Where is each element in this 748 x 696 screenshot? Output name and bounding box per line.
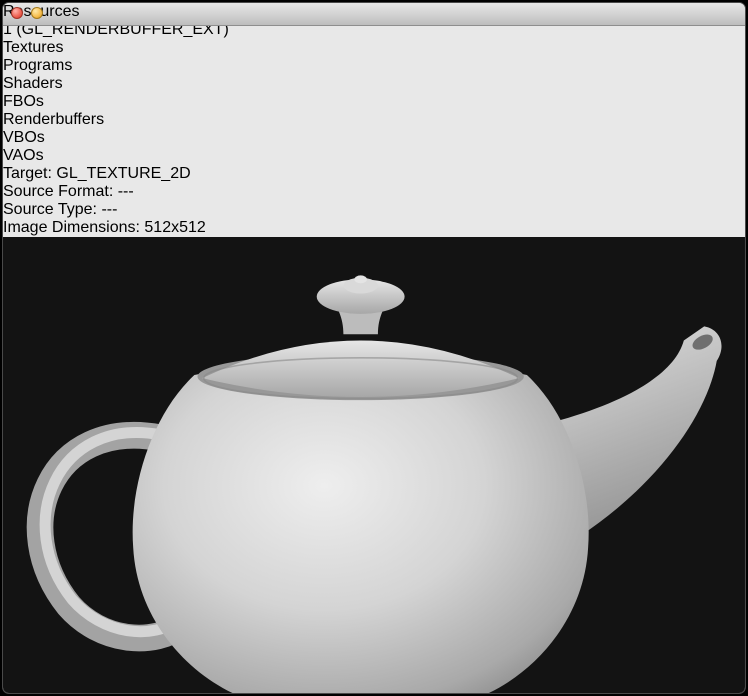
window-title: Resources: [3, 3, 745, 21]
tab-renderbuffers[interactable]: Renderbuffers: [3, 111, 745, 129]
image-dimensions-value: 512x512: [144, 219, 205, 236]
tab-vbos[interactable]: VBOs: [3, 129, 745, 147]
tab-textures[interactable]: Textures: [3, 39, 745, 57]
texture-preview: [3, 237, 745, 694]
tab-vaos[interactable]: VAOs: [3, 147, 745, 165]
tab-shaders[interactable]: Shaders: [3, 75, 745, 93]
image-dimensions-label: Image Dimensions:: [3, 219, 140, 236]
minimize-icon[interactable]: [31, 7, 43, 19]
teapot-render: [3, 237, 745, 694]
tab-bar: Textures Programs Shaders FBOs Renderbuf…: [3, 39, 745, 165]
texture-info: Target: GL_TEXTURE_2D Source Format: ---…: [3, 165, 745, 237]
close-icon[interactable]: [11, 7, 23, 19]
source-format-value: ---: [118, 183, 134, 200]
source-type-value: ---: [101, 201, 117, 218]
titlebar[interactable]: Resources: [3, 3, 745, 26]
tab-programs[interactable]: Programs: [3, 57, 745, 75]
target-label: Target:: [3, 165, 52, 182]
source-format-label: Source Format:: [3, 183, 113, 200]
resources-window: Resources Name 1 (GL_RENDERBUFFER_EXT) T…: [2, 2, 746, 694]
source-type-label: Source Type:: [3, 201, 97, 218]
tab-fbos[interactable]: FBOs: [3, 93, 745, 111]
zoom-window-icon[interactable]: [51, 7, 63, 19]
target-value: GL_TEXTURE_2D: [56, 165, 190, 182]
